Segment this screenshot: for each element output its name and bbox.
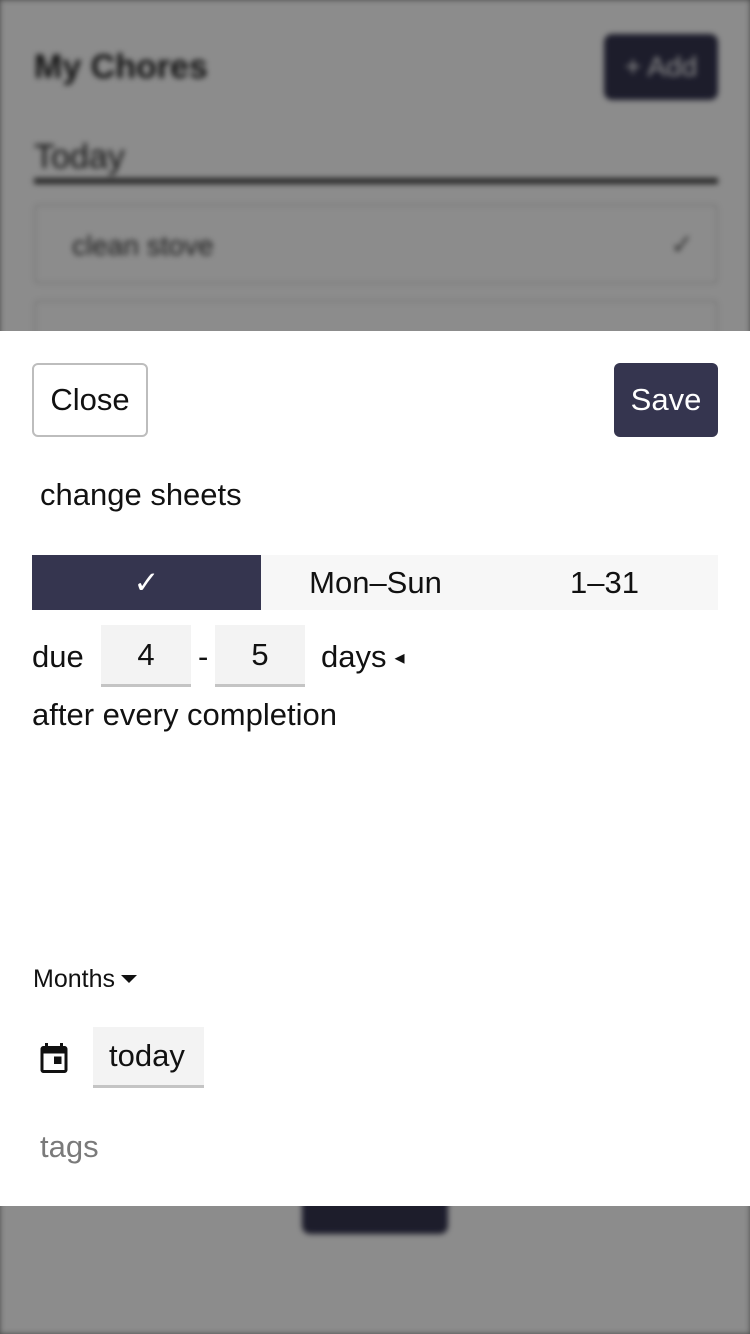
save-button[interactable]: Save <box>614 363 718 437</box>
schedule-type-selector: ✓ Mon–Sun 1–31 <box>32 555 718 610</box>
schedule-option-interval[interactable]: ✓ <box>32 555 261 610</box>
caret-down-icon <box>120 975 137 983</box>
max-days-input[interactable] <box>215 625 305 687</box>
months-dropdown[interactable]: Months <box>33 965 137 994</box>
edit-chore-sheet: Close Save change sheets ✓ Mon–Sun 1–31 … <box>0 331 750 1206</box>
months-label: Months <box>33 965 115 993</box>
close-button[interactable]: Close <box>32 363 148 437</box>
schedule-option-weekdays[interactable]: Mon–Sun <box>261 555 490 610</box>
unit-selector[interactable]: days ◂ <box>321 639 405 675</box>
min-days-input[interactable] <box>101 625 191 687</box>
tags-input[interactable] <box>32 1121 718 1173</box>
recurrence-description: after every completion <box>32 697 337 732</box>
unit-label: days <box>321 639 387 674</box>
due-label: due <box>32 639 84 674</box>
calendar-icon[interactable] <box>36 1039 72 1077</box>
start-date-input[interactable] <box>93 1027 204 1088</box>
due-range-row: due - days ◂ <box>32 625 718 687</box>
schedule-option-monthdays[interactable]: 1–31 <box>490 555 719 610</box>
chore-name[interactable]: change sheets <box>40 477 242 513</box>
caret-left-icon: ◂ <box>394 647 405 669</box>
range-separator: - <box>198 639 209 674</box>
